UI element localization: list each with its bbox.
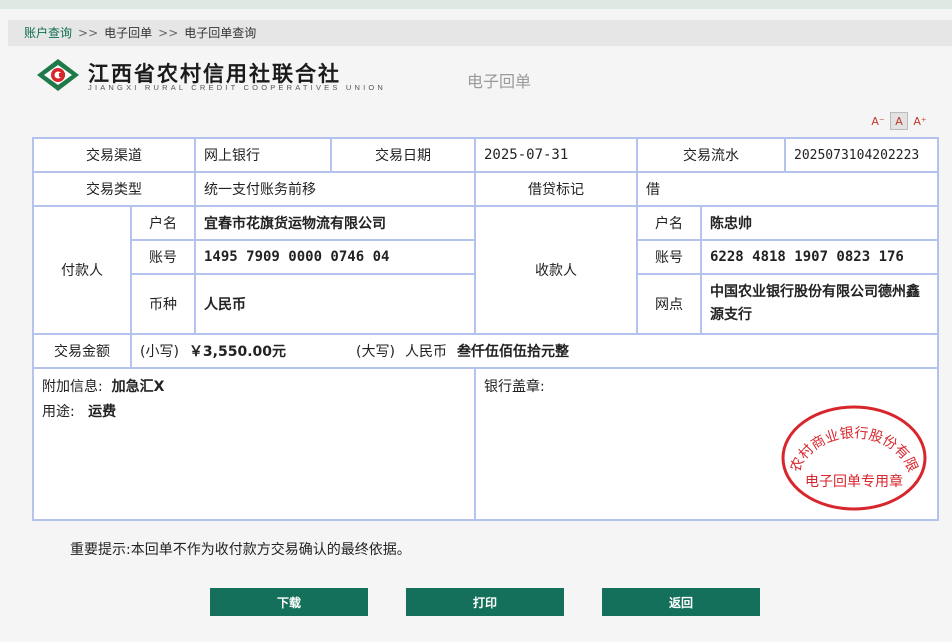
- payer-currency-value: 人民币: [194, 273, 476, 335]
- font-decrease-button[interactable]: A⁻: [869, 113, 887, 131]
- bank-logo-icon: [37, 59, 79, 91]
- additional-info-cell: 附加信息: 加急汇X 用途: 运费: [32, 367, 476, 521]
- payer-name-label: 户名: [130, 205, 196, 241]
- amount-big-currency: 人民币: [404, 344, 447, 360]
- back-button[interactable]: 返回: [602, 588, 760, 616]
- payee-branch-value: 中国农业银行股份有限公司德州鑫源支行: [700, 273, 939, 335]
- channel-value: 网上银行: [194, 137, 332, 173]
- purpose-label: 用途:: [42, 404, 75, 420]
- breadcrumb-receipt-query: 电子回单查询: [184, 26, 257, 40]
- font-size-controls: A⁻ A A⁺: [866, 112, 929, 130]
- serial-label: 交易流水: [636, 137, 786, 173]
- bank-seal-label: 银行盖章:: [484, 379, 545, 395]
- payee-name-value: 陈忠帅: [700, 205, 939, 241]
- channel-label: 交易渠道: [32, 137, 196, 173]
- seal-outer-text: 宜春农村商业银行股份有限公司: [778, 400, 920, 475]
- amount-small-label: (小写): [140, 344, 179, 360]
- amount-value: (小写) ￥3,550.00元 (大写) 人民币 叁仟伍佰伍拾元整: [130, 333, 939, 369]
- font-normal-button[interactable]: A: [890, 112, 908, 130]
- type-label: 交易类型: [32, 171, 196, 207]
- payer-currency-label: 币种: [130, 273, 196, 335]
- payee-account-value: 6228 4818 1907 0823 176: [700, 239, 939, 275]
- amount-big-value: 叁仟伍佰伍拾元整: [456, 344, 569, 360]
- payee-label: 收款人: [474, 205, 638, 335]
- amount-big-label: (大写): [356, 344, 395, 360]
- payer-label: 付款人: [32, 205, 132, 335]
- breadcrumb-electronic-receipt[interactable]: 电子回单: [104, 26, 152, 40]
- purpose-value: 运费: [88, 404, 117, 420]
- payee-branch-label: 网点: [636, 273, 702, 335]
- seal-inner-text: 电子回单专用章: [805, 473, 903, 490]
- debit-credit-label: 借贷标记: [474, 171, 638, 207]
- type-value: 统一支付账务前移: [194, 171, 476, 207]
- bank-name-en: JIANGXI RURAL CREDIT COOPERATIVES UNION: [88, 83, 387, 92]
- payer-name-value: 宜春市花旗货运物流有限公司: [194, 205, 476, 241]
- important-notice: 重要提示:本回单不作为收付款方交易确认的最终依据。: [70, 542, 411, 558]
- date-value: 2025-07-31: [474, 137, 638, 173]
- payer-account-label: 账号: [130, 239, 196, 275]
- font-increase-button[interactable]: A⁺: [911, 113, 929, 131]
- breadcrumb: 账户查询 >> 电子回单 >> 电子回单查询: [8, 20, 952, 46]
- debit-credit-value: 借: [636, 171, 939, 207]
- amount-small-value: ￥3,550.00元: [188, 344, 287, 360]
- date-label: 交易日期: [330, 137, 476, 173]
- amount-label: 交易金额: [32, 333, 132, 369]
- download-button[interactable]: 下载: [210, 588, 368, 616]
- additional-info-value: 加急汇X: [111, 379, 165, 395]
- serial-value: 2025073104202223: [784, 137, 939, 173]
- breadcrumb-separator: >>: [78, 26, 99, 40]
- breadcrumb-account-query[interactable]: 账户查询: [24, 26, 72, 40]
- top-strip: [0, 0, 952, 9]
- print-button[interactable]: 打印: [406, 588, 564, 616]
- payee-name-label: 户名: [636, 205, 702, 241]
- additional-info-label: 附加信息:: [42, 379, 103, 395]
- document-title: 电子回单: [467, 72, 532, 91]
- breadcrumb-separator: >>: [158, 26, 179, 40]
- payee-account-label: 账号: [636, 239, 702, 275]
- bank-logo: 江西省农村信用社联合社 JIANGXI RURAL CREDIT COOPERA…: [36, 58, 416, 94]
- payer-account-value: 1495 7909 0000 0746 04: [194, 239, 476, 275]
- bank-seal-stamp: 宜春农村商业银行股份有限公司 电子回单专用章: [778, 400, 927, 511]
